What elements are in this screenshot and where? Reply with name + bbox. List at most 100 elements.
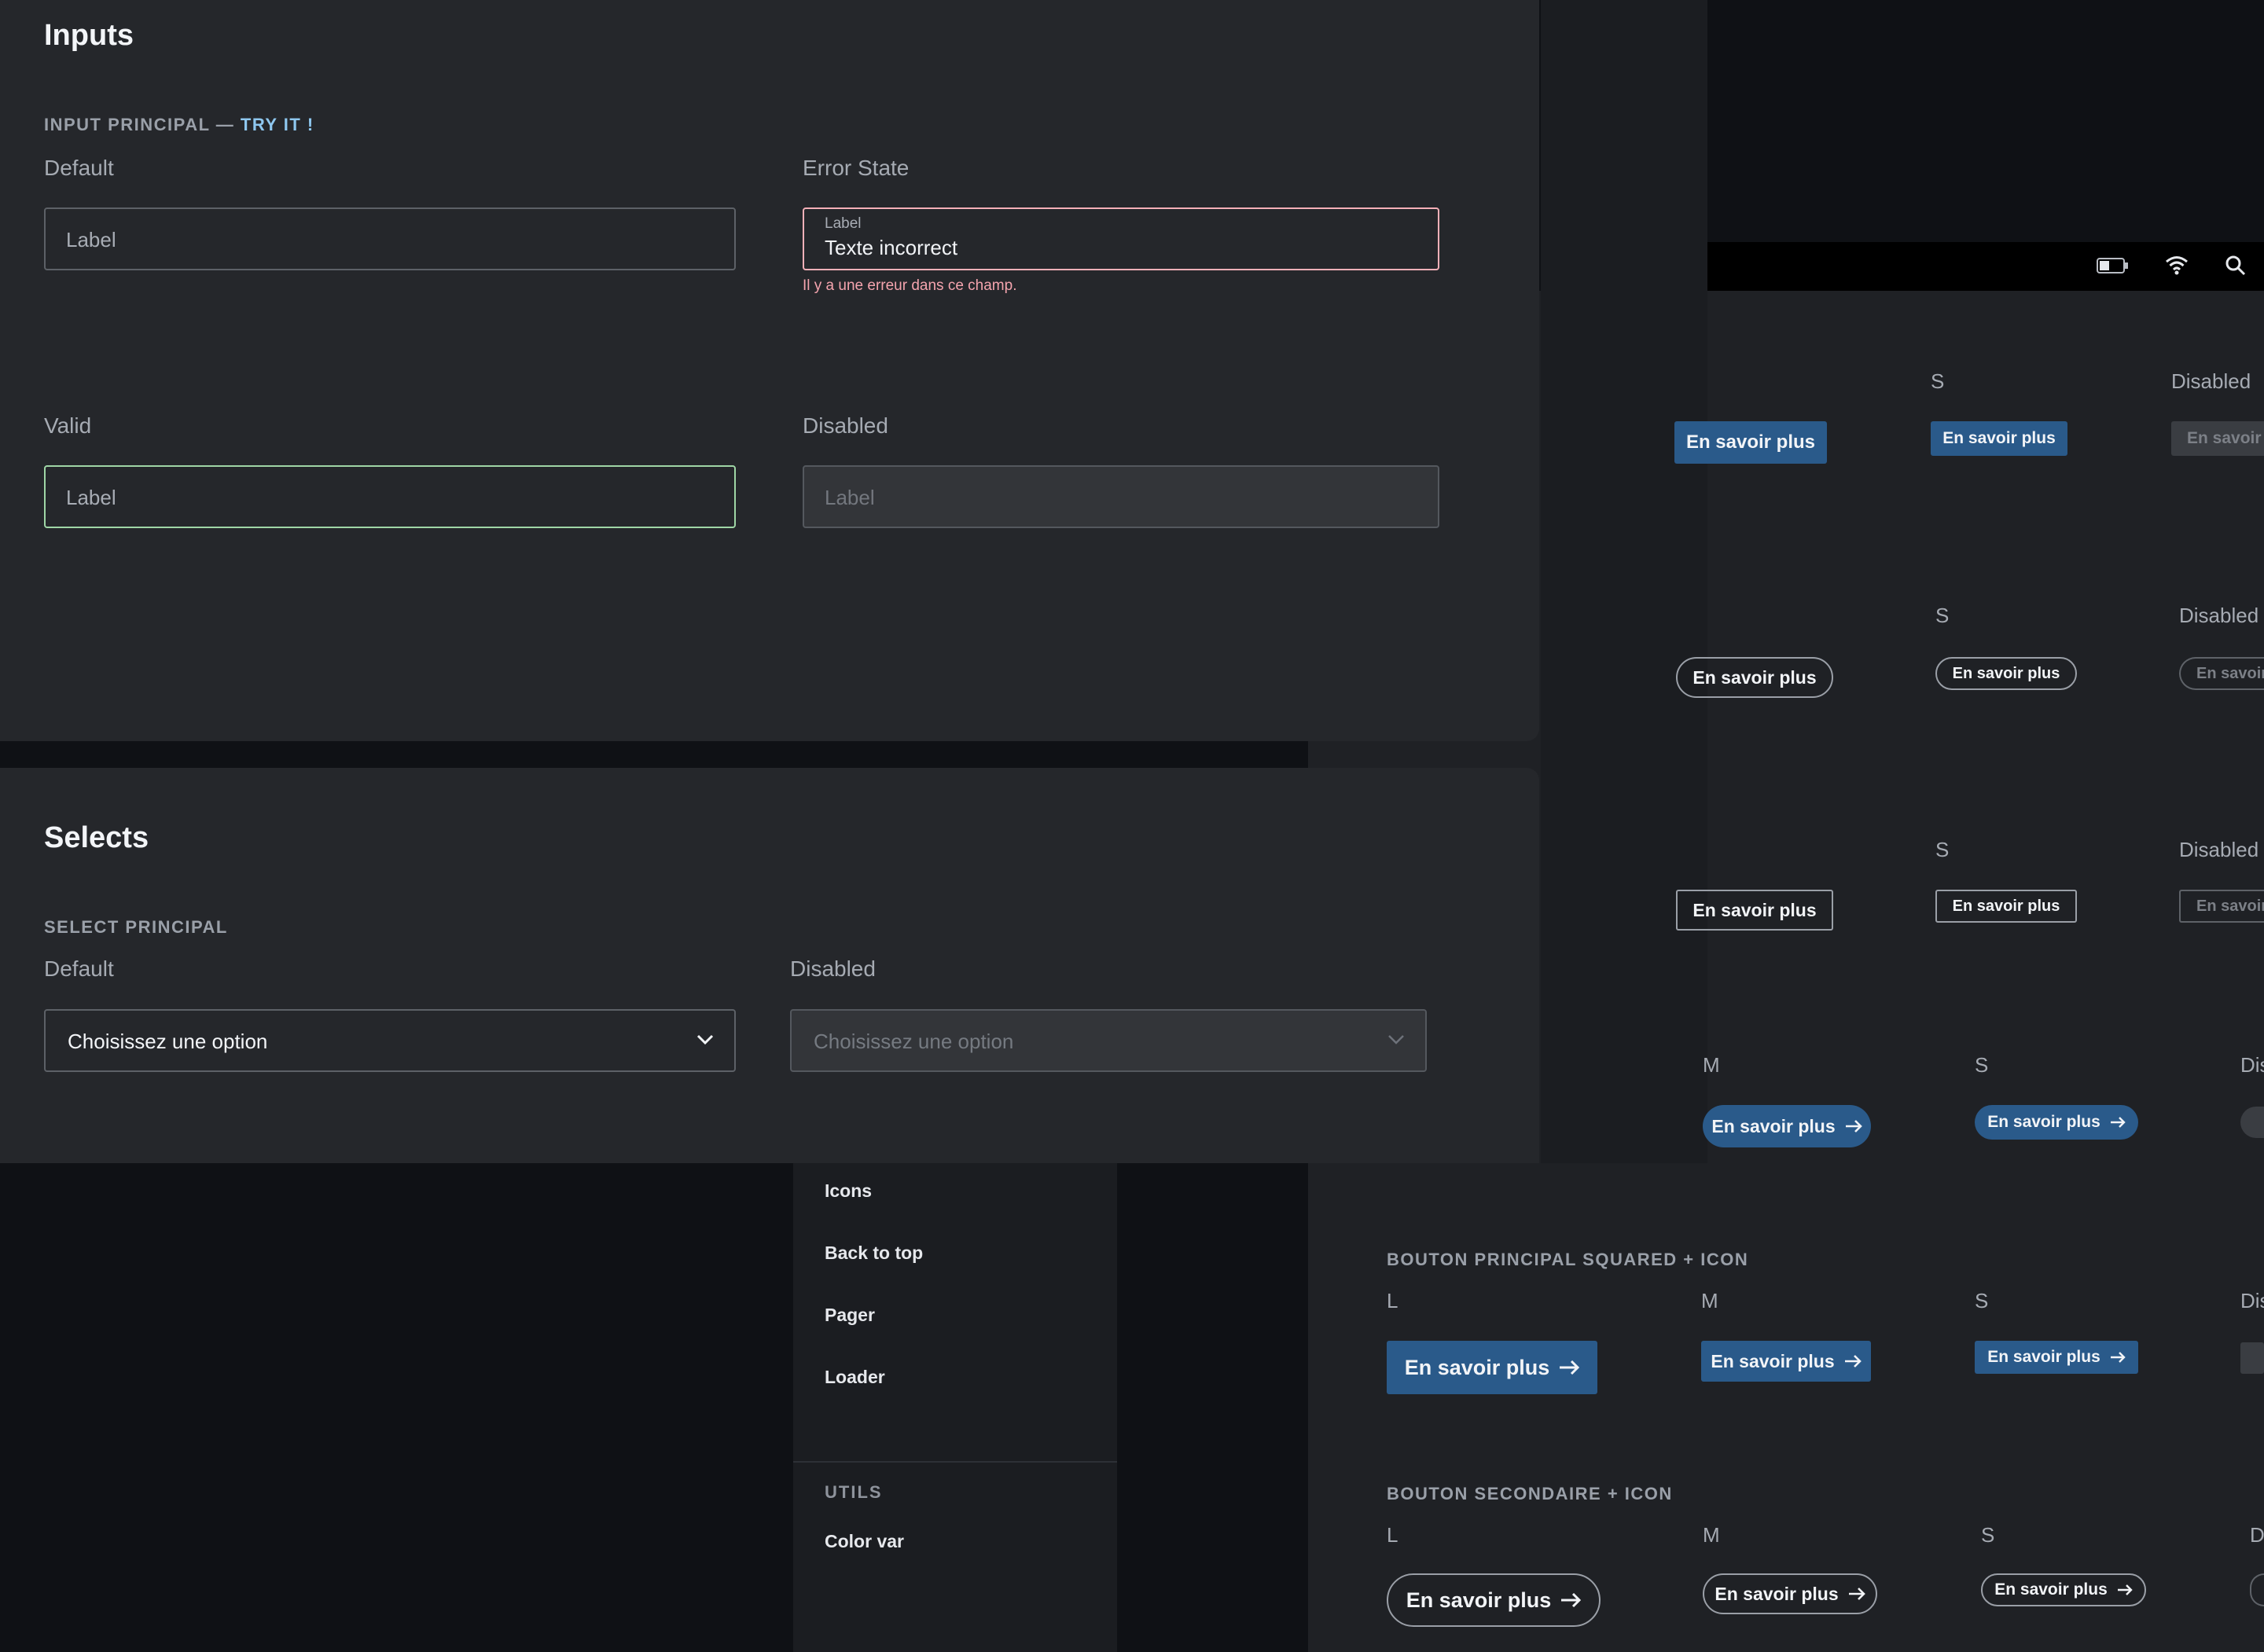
input-valid[interactable]: Label <box>44 465 736 528</box>
button-label: En savoir plus <box>1692 666 1817 688</box>
arrow-right-icon <box>2110 1352 2126 1363</box>
battery-icon <box>2097 256 2130 279</box>
primary-squared-icon-button-m[interactable]: En savoir plus <box>1701 1341 1871 1382</box>
size-label-s: S <box>1931 369 1945 393</box>
section-label-text: INPUT PRINCIPAL — <box>44 115 241 134</box>
size-label-disabled: D <box>2250 1523 2264 1547</box>
input-floating-label: Label <box>825 215 862 232</box>
input-error-title: Error State <box>803 156 910 180</box>
select-default[interactable]: Choisissez une option <box>44 1009 736 1072</box>
size-label-m: M <box>1703 1053 1720 1077</box>
nav-item-loader[interactable]: Loader <box>825 1367 885 1388</box>
nav-item-pager[interactable]: Pager <box>825 1305 875 1326</box>
size-label-l: L <box>1387 1289 1398 1312</box>
size-label-disabled: Dis <box>2240 1289 2264 1312</box>
input-placeholder: Label <box>825 486 875 509</box>
selects-title: Selects <box>44 821 149 854</box>
secondary-pill-button-s[interactable]: En savoir plus <box>1935 657 2077 690</box>
panel-gutter <box>1541 0 1707 1163</box>
nav-item-back-to-top[interactable]: Back to top <box>825 1243 923 1264</box>
arrow-right-icon <box>2117 1584 2133 1595</box>
primary-button-m[interactable]: En savoir plus <box>1674 421 1827 464</box>
arrow-right-icon <box>1845 1120 1862 1133</box>
primary-pill-icon-button-s[interactable]: En savoir plus <box>1975 1105 2138 1140</box>
size-label-s: S <box>1975 1053 1989 1077</box>
search-icon[interactable] <box>2225 255 2247 281</box>
secondary-icon-button-m[interactable]: En savoir plus <box>1703 1573 1877 1614</box>
chevron-down-icon <box>1387 1034 1405 1045</box>
nav-item-icons[interactable]: Icons <box>825 1180 872 1202</box>
button-label: En savoir plus <box>1685 431 1816 453</box>
size-label-disabled: Disabled <box>2179 604 2259 627</box>
size-label-s: S <box>1935 604 1950 627</box>
secondary-squared-button-s[interactable]: En savoir plus <box>1935 890 2077 923</box>
button-label: En savoir plus <box>1406 1588 1552 1612</box>
button-label: En savoir plus <box>1987 1113 2100 1131</box>
size-label-s: S <box>1975 1289 1989 1312</box>
button-label: En savoir plus <box>1952 897 2060 915</box>
primary-pill-icon-button-m[interactable]: En savoir plus <box>1703 1105 1871 1147</box>
primary-button-disabled: En savoir plus <box>2171 421 2264 456</box>
secondary-pill-button-m[interactable]: En savoir plus <box>1676 657 1833 698</box>
button-label: En savoir plus <box>1942 429 2056 447</box>
input-error[interactable]: Label Texte incorrect <box>803 207 1439 270</box>
primary-squared-icon-button-l[interactable]: En savoir plus <box>1387 1341 1597 1394</box>
secondary-icon-button-l[interactable]: En savoir plus <box>1387 1573 1601 1627</box>
button-label: En savoir plus <box>1711 1115 1836 1136</box>
group-label-squared-icon: BOUTON PRINCIPAL SQUARED + ICON <box>1387 1250 1749 1269</box>
button-label: En savoir plus <box>1987 1348 2100 1366</box>
size-label-m: M <box>1701 1289 1718 1312</box>
try-it-link[interactable]: TRY IT ! <box>241 115 314 134</box>
selects-panel: Selects SELECT PRINCIPAL Default Choisis… <box>0 768 1539 1163</box>
arrow-right-icon <box>1848 1588 1865 1600</box>
select-disabled: Choisissez une option <box>790 1009 1427 1072</box>
inputs-title: Inputs <box>44 19 134 52</box>
primary-button-s[interactable]: En savoir plus <box>1931 421 2067 456</box>
button-label: En savoir plus <box>2196 664 2264 682</box>
input-placeholder: Label <box>66 486 116 509</box>
wifi-icon <box>2165 255 2189 279</box>
button-label: En savoir plus <box>1404 1355 1550 1379</box>
size-label-disabled: Disabled <box>2171 369 2251 393</box>
selects-section-label: SELECT PRINCIPAL <box>44 917 228 937</box>
inputs-section-label: INPUT PRINCIPAL — TRY IT ! <box>44 115 314 135</box>
input-error-message: Il y a une erreur dans ce champ. <box>803 277 1017 294</box>
primary-squared-icon-button-s[interactable]: En savoir plus <box>1975 1341 2138 1374</box>
input-default-title: Default <box>44 156 114 180</box>
size-label-disabled: Dis <box>2240 1053 2264 1077</box>
arrow-right-icon <box>1559 1360 1580 1375</box>
input-valid-title: Valid <box>44 413 92 438</box>
select-default-title: Default <box>44 956 114 981</box>
arrow-right-icon <box>2110 1117 2126 1128</box>
input-value: Texte incorrect <box>825 236 958 259</box>
nav-divider <box>793 1461 1117 1463</box>
nav-group-utils: UTILS <box>825 1482 883 1502</box>
primary-squared-icon-button-disabled <box>2240 1342 2264 1374</box>
select-disabled-title: Disabled <box>790 956 876 981</box>
button-label: En savoir plus <box>2196 897 2264 915</box>
select-value: Choisissez une option <box>814 1030 1014 1053</box>
input-default[interactable]: Label <box>44 207 736 270</box>
nav-item-color-var[interactable]: Color var <box>825 1531 904 1552</box>
input-disabled: Label <box>803 465 1439 528</box>
size-label-m: M <box>1703 1523 1720 1547</box>
button-label: En savoir plus <box>1711 1350 1835 1371</box>
size-label-disabled: Disabled <box>2179 838 2259 861</box>
size-label-s: S <box>1981 1523 1995 1547</box>
secondary-pill-button-disabled: En savoir plus <box>2179 657 2264 690</box>
size-label-l: L <box>1387 1523 1398 1547</box>
group-label-secondary-icon: BOUTON SECONDAIRE + ICON <box>1387 1484 1673 1503</box>
size-label-s: S <box>1935 838 1950 861</box>
side-navigation: Icons Back to top Pager Loader UTILS Col… <box>793 1163 1117 1652</box>
secondary-squared-button-m[interactable]: En savoir plus <box>1676 890 1833 931</box>
arrow-right-icon <box>1844 1355 1862 1367</box>
input-placeholder: Label <box>66 228 116 251</box>
input-disabled-title: Disabled <box>803 413 888 438</box>
secondary-squared-button-disabled: En savoir plus <box>2179 890 2264 923</box>
inputs-panel: Inputs INPUT PRINCIPAL — TRY IT ! Defaul… <box>0 0 1539 741</box>
select-value: Choisissez une option <box>68 1030 268 1053</box>
chevron-down-icon <box>696 1034 714 1045</box>
button-label: En savoir plus <box>1994 1580 2108 1599</box>
button-label: En savoir plus <box>1715 1583 1839 1604</box>
secondary-icon-button-s[interactable]: En savoir plus <box>1981 1573 2146 1606</box>
